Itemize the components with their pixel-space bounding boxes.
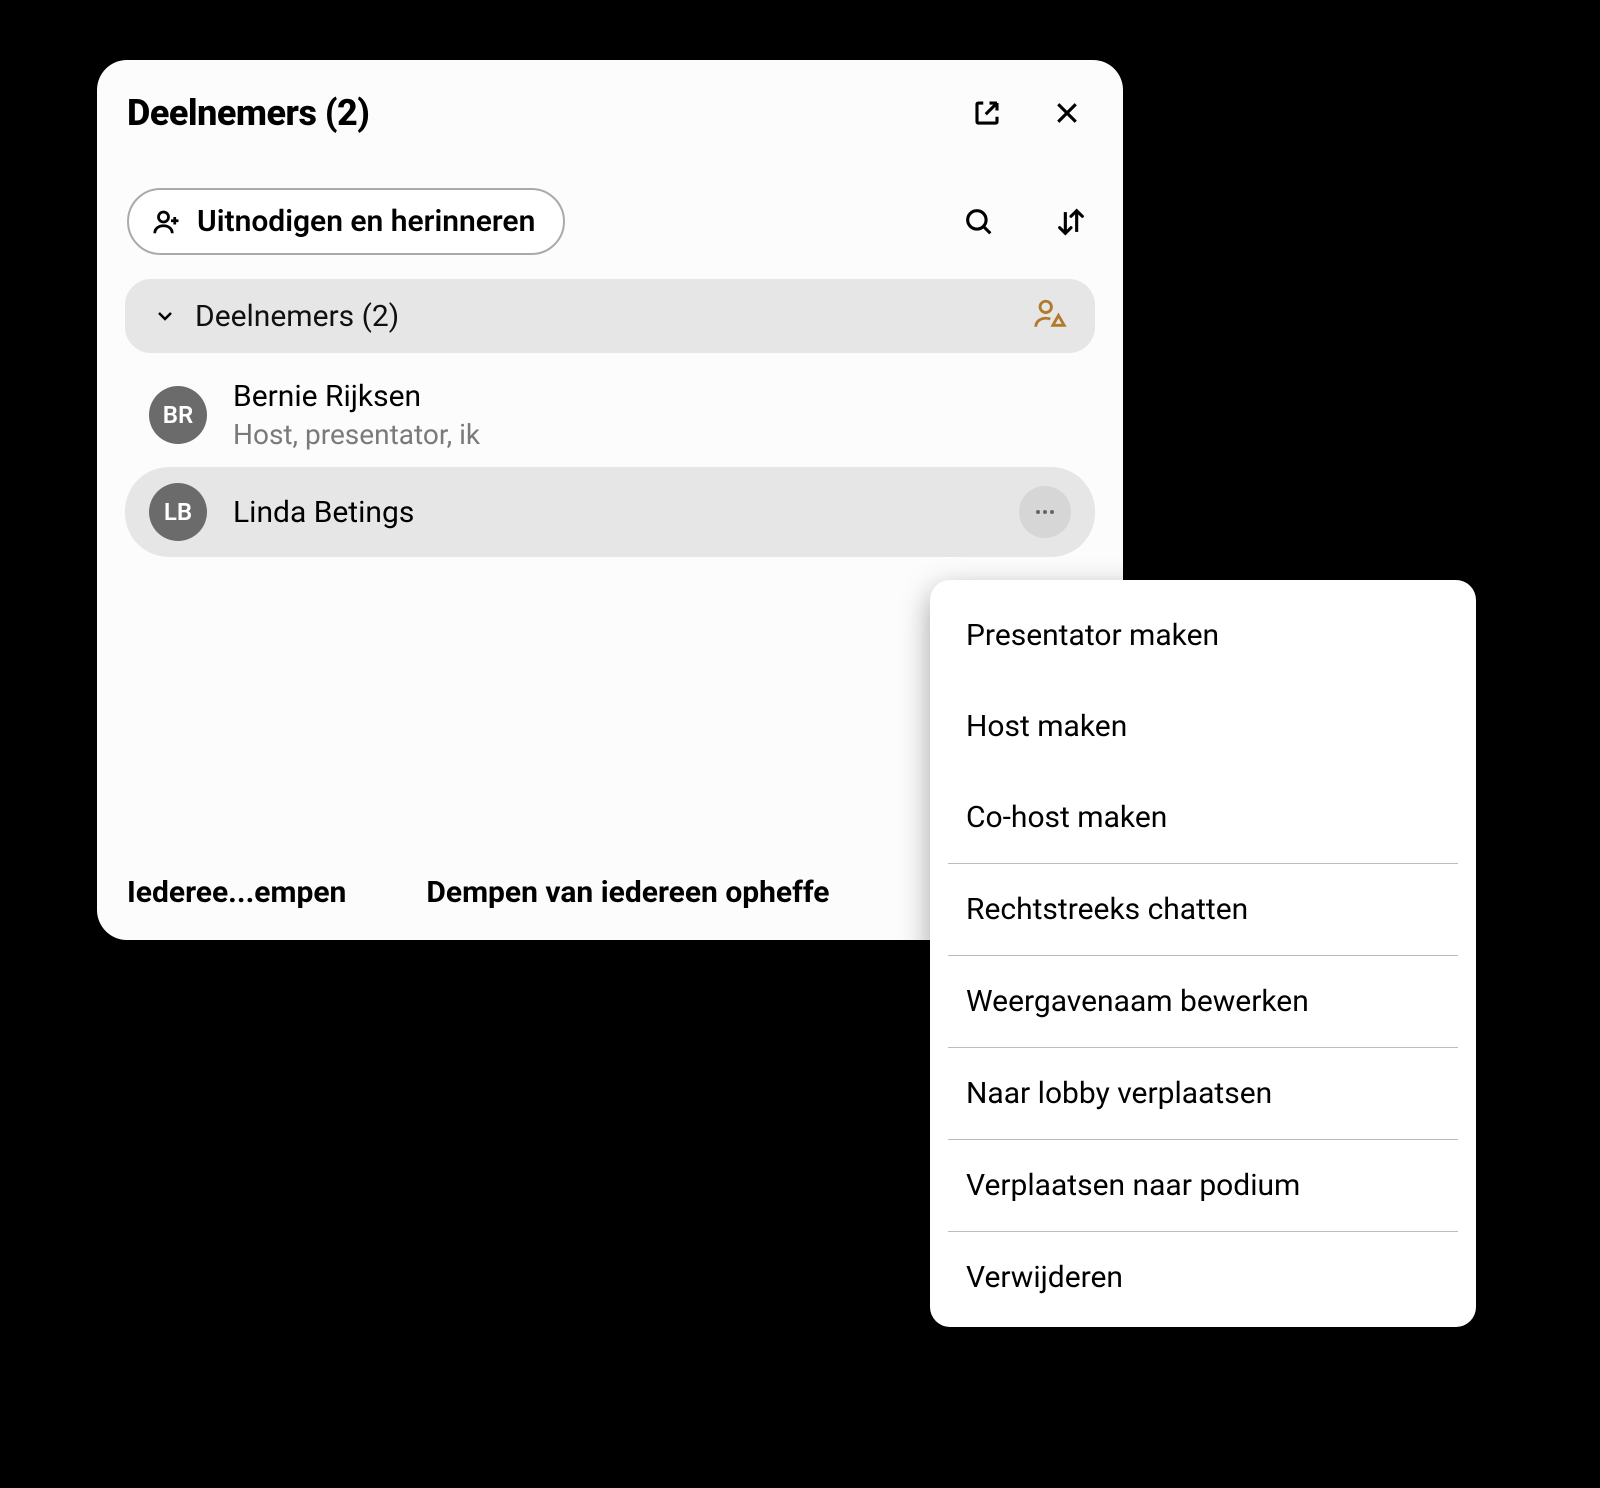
person-add-icon [151, 207, 181, 237]
panel-header: Deelnemers (2) [97, 60, 1123, 144]
more-options-button[interactable] [1019, 486, 1071, 538]
close-button[interactable] [1049, 95, 1085, 131]
menu-item[interactable]: Verplaatsen naar podium [930, 1140, 1476, 1231]
menu-item[interactable]: Weergavenaam bewerken [930, 956, 1476, 1047]
menu-item[interactable]: Presentator maken [930, 590, 1476, 681]
more-horizontal-icon [1033, 500, 1057, 524]
participant-context-menu: Presentator makenHost makenCo-host maken… [930, 580, 1476, 1327]
participant-text: Bernie Rijksen Host, presentator, ik [233, 379, 480, 451]
popout-button[interactable] [969, 95, 1005, 131]
sort-icon [1054, 205, 1088, 239]
invite-remind-button[interactable]: Uitnodigen en herinneren [127, 188, 565, 255]
menu-item[interactable]: Verwijderen [930, 1232, 1476, 1323]
menu-item[interactable]: Co-host maken [930, 772, 1476, 863]
participant-list: BRBernie RijksenHost, presentator, ikLBL… [97, 353, 1123, 557]
sort-button[interactable] [1051, 202, 1091, 242]
avatar: BR [149, 386, 207, 444]
search-button[interactable] [959, 202, 999, 242]
unmute-all-button[interactable]: Dempen van iedereen opheffe [426, 875, 829, 910]
participant-name: Bernie Rijksen [233, 379, 480, 414]
tools-row: Uitnodigen en herinneren [97, 144, 1123, 279]
avatar: LB [149, 483, 207, 541]
role-indicator-icon [1033, 297, 1067, 335]
invite-remind-label: Uitnodigen en herinneren [197, 204, 535, 239]
header-icon-group [969, 95, 1085, 131]
participant-text: Linda Betings [233, 495, 414, 530]
panel-title: Deelnemers (2) [127, 92, 369, 134]
participant-row[interactable]: BR Bernie Rijksen Host, presentator, ik [125, 363, 1095, 467]
search-icon [962, 205, 996, 239]
menu-item[interactable]: Rechtstreeks chatten [930, 864, 1476, 955]
participants-section-label: Deelnemers (2) [195, 299, 399, 334]
participant-subtitle: Host, presentator, ik [233, 418, 480, 451]
chevron-down-icon [153, 304, 177, 328]
close-icon [1052, 98, 1082, 128]
participant-name: Linda Betings [233, 495, 414, 530]
menu-item[interactable]: Naar lobby verplaatsen [930, 1048, 1476, 1139]
popout-icon [972, 98, 1002, 128]
mute-all-button[interactable]: Iederee...empen [127, 875, 346, 910]
participant-row[interactable]: LB Linda Betings [125, 467, 1095, 557]
menu-item[interactable]: Host maken [930, 681, 1476, 772]
participants-section-header[interactable]: Deelnemers (2) [125, 279, 1095, 353]
